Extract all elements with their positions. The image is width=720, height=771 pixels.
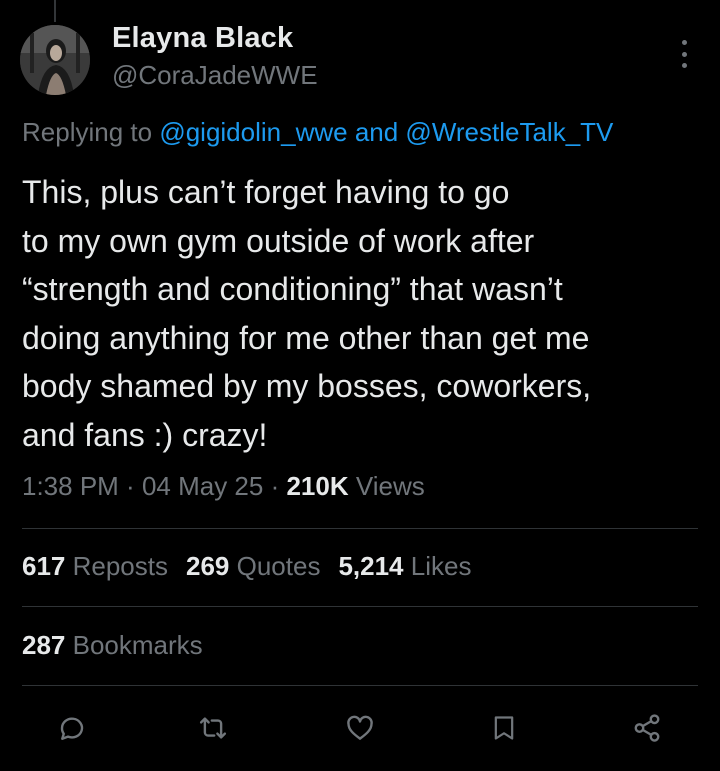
reposts-count: 617 bbox=[22, 551, 66, 581]
like-icon[interactable] bbox=[340, 708, 380, 748]
divider bbox=[22, 606, 698, 607]
tweet-time[interactable]: 1:38 PM bbox=[22, 471, 119, 501]
meta-separator: · bbox=[118, 471, 142, 501]
meta-separator: · bbox=[263, 471, 287, 501]
quotes-count: 269 bbox=[186, 551, 230, 581]
reply-icon[interactable] bbox=[52, 708, 92, 748]
divider bbox=[22, 685, 698, 686]
tweet-line: “strength and conditioning” that wasn’t bbox=[22, 271, 563, 307]
quotes-label: Quotes bbox=[229, 551, 321, 581]
tweet-line: and fans :) crazy! bbox=[22, 416, 268, 453]
replying-to-prefix: Replying to bbox=[22, 117, 160, 147]
share-icon[interactable] bbox=[627, 708, 667, 748]
engagement-stats: 617 Reposts 269 Quotes 5,214 Likes bbox=[22, 551, 489, 582]
mention-link-wrestletalk[interactable]: @WrestleTalk_TV bbox=[405, 117, 613, 147]
tweet-line: This, plus can’t forget having to go bbox=[22, 174, 510, 210]
tweet-line: to my own gym outside of work after bbox=[22, 222, 535, 259]
bookmark-icon[interactable] bbox=[484, 708, 524, 748]
more-options-icon[interactable] bbox=[672, 38, 696, 70]
tweet-text: This, plus can’t forget having to go to … bbox=[22, 168, 712, 459]
thread-connector-line bbox=[54, 0, 56, 22]
tweet-action-bar bbox=[0, 700, 720, 756]
tweet-line: doing anything for me other than get me bbox=[22, 319, 590, 356]
repost-icon[interactable] bbox=[193, 708, 233, 748]
mention-link-gigidolin[interactable]: @gigidolin_wwe bbox=[159, 117, 347, 147]
profile-photo-icon bbox=[20, 25, 90, 95]
views-count: 210K bbox=[286, 471, 349, 501]
avatar[interactable] bbox=[20, 25, 90, 95]
tweet-meta: 1:38 PM · 04 May 25 · 210K Views bbox=[22, 471, 425, 502]
divider bbox=[22, 528, 698, 529]
replying-to: Replying to @gigidolin_wwe and @WrestleT… bbox=[22, 117, 613, 148]
reposts-stat[interactable]: 617 Reposts bbox=[22, 551, 168, 582]
likes-count: 5,214 bbox=[338, 551, 404, 581]
bookmarks-stat[interactable]: 287 Bookmarks bbox=[22, 630, 203, 661]
bookmarks-count: 287 bbox=[22, 630, 66, 660]
quotes-stat[interactable]: 269 Quotes bbox=[186, 551, 320, 582]
likes-label: Likes bbox=[403, 551, 472, 581]
tweet-line: body shamed by my bosses, coworkers, bbox=[22, 368, 592, 404]
reply-joiner: and bbox=[347, 117, 406, 147]
reposts-label: Reposts bbox=[65, 551, 168, 581]
bookmarks-label: Bookmarks bbox=[65, 630, 203, 660]
author-handle[interactable]: @CoraJadeWWE bbox=[112, 60, 318, 91]
likes-stat[interactable]: 5,214 Likes bbox=[338, 551, 471, 582]
tweet-date[interactable]: 04 May 25 bbox=[142, 471, 263, 501]
views-label: Views bbox=[348, 471, 425, 501]
author-name[interactable]: Elayna Black bbox=[112, 22, 293, 55]
